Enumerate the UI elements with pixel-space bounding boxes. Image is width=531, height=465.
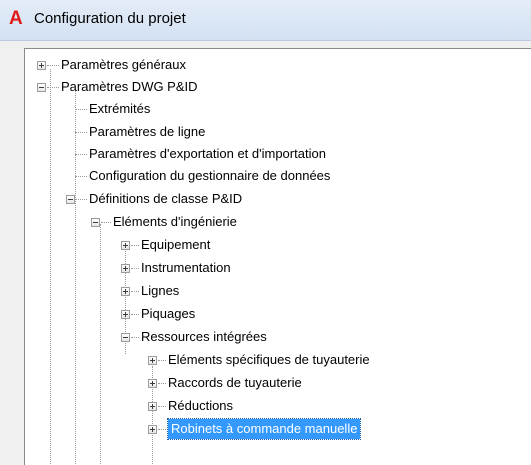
tree-connector (131, 291, 139, 292)
tree-item-label: Paramètres DWG P&ID (61, 79, 198, 94)
tree-connector (50, 69, 51, 464)
tree-item-label: Réductions (168, 398, 234, 413)
tree-item-label: Paramètres de ligne (89, 124, 206, 139)
expand-plus-icon[interactable] (121, 241, 130, 250)
tree-item-label: Eléments d'ingénierie (113, 214, 237, 229)
expand-plus-icon[interactable] (148, 356, 157, 365)
autocad-app-icon: A (9, 8, 23, 29)
tree-item-label: Configuration du gestionnaire de données (89, 168, 331, 183)
collapse-minus-icon[interactable] (66, 195, 75, 204)
tree-connector (47, 87, 59, 88)
expand-plus-icon[interactable] (37, 61, 46, 70)
tree-connector (158, 383, 166, 384)
tree-item-label: Paramètres d'exportation et d'importatio… (89, 146, 326, 161)
expand-plus-icon[interactable] (121, 287, 130, 296)
title-bar[interactable]: A Configuration du projet (0, 0, 531, 41)
tree-item-label: Extrémités (89, 101, 151, 116)
expand-plus-icon[interactable] (148, 425, 157, 434)
expand-plus-icon[interactable] (121, 310, 130, 319)
tree-item-label: Instrumentation (141, 260, 231, 275)
tree-connector (131, 337, 139, 338)
tree-connector (75, 176, 87, 177)
collapse-minus-icon[interactable] (121, 333, 130, 342)
tree-connector (75, 154, 87, 155)
tree-item-label: Equipement (141, 237, 211, 252)
tree-connector (100, 224, 101, 464)
tree-item-label: Ressources intégrées (141, 329, 267, 344)
tree-item-label: Lignes (141, 283, 180, 298)
tree-connector (131, 268, 139, 269)
tree-connector (75, 132, 87, 133)
tree-item-label: Paramètres généraux (61, 57, 187, 72)
tree-connector (158, 429, 166, 430)
tree-item-label: Piquages (141, 306, 196, 321)
tree-item-label: Eléments spécifiques de tuyauterie (168, 352, 370, 367)
tree-connector (158, 406, 166, 407)
project-configuration-window: A Configuration du projet Paramètres gén… (0, 0, 531, 465)
tree-connector (75, 109, 87, 110)
collapse-minus-icon[interactable] (91, 218, 100, 227)
expand-plus-icon[interactable] (121, 264, 130, 273)
tree-connector (75, 91, 76, 464)
tree-connector (158, 360, 166, 361)
tree-item-label: Définitions de classe P&ID (89, 191, 243, 206)
expand-plus-icon[interactable] (148, 379, 157, 388)
tree-connector (101, 222, 111, 223)
tree-connector (47, 65, 59, 66)
expand-plus-icon[interactable] (148, 402, 157, 411)
project-tree[interactable]: Paramètres généraux Paramètres DWG P&ID … (24, 48, 531, 465)
tree-item-label: Raccords de tuyauterie (168, 375, 302, 390)
collapse-minus-icon[interactable] (37, 83, 46, 92)
tree-connector (131, 314, 139, 315)
tree-connector (76, 199, 87, 200)
tree-connector (131, 245, 139, 246)
tree-item-label-selected: Robinets à commande manuelle (166, 418, 362, 440)
window-title: Configuration du projet (34, 10, 186, 27)
